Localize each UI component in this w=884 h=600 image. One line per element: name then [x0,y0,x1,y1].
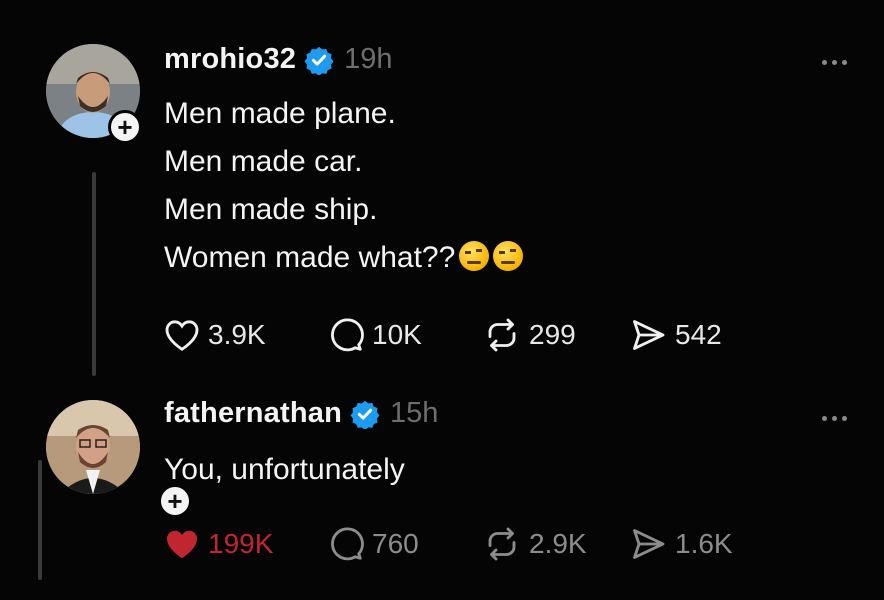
share-button[interactable]: 1.6K [629,526,733,562]
send-icon [633,529,665,559]
comment-icon [331,527,364,561]
comment-icon [331,318,364,352]
like-button[interactable]: 199K [164,527,328,561]
post-text: Men made plane. Men made car. Men made s… [164,90,524,282]
like-count: 199K [208,528,274,559]
post-mrohio32: + mrohio32 19h Men made plane. Men made … [0,0,884,384]
action-bar: 3.9K 10K 299 542 [164,317,722,353]
post-header: fathernathan 15h [164,397,438,430]
post-line: Men made plane. [164,97,396,130]
verified-badge-icon [350,400,380,429]
post-time: 15h [390,397,439,429]
more-options-icon[interactable] [822,60,847,65]
thread-line [92,172,96,376]
heart-filled-icon [167,530,197,559]
post-fathernathan: + fathernathan 15h You, unfortunately 19… [0,384,884,600]
share-count: 542 [675,319,722,350]
avatar-mrohio32-wrap[interactable]: + [46,44,146,144]
comment-count: 10K [372,319,422,350]
repost-icon [488,318,516,352]
post-header: mrohio32 19h [164,43,393,76]
send-icon [633,320,665,350]
comment-button[interactable]: 10K [328,317,483,353]
share-button[interactable]: 542 [629,317,722,353]
post-line: Men made ship. [164,193,378,226]
more-options-icon[interactable] [822,416,847,421]
post-line: Women made what?? [164,241,456,274]
thread-line [38,460,42,580]
repost-count: 299 [529,319,576,350]
follow-plus-icon[interactable]: + [108,110,142,144]
username[interactable]: mrohio32 [164,43,296,76]
repost-button[interactable]: 299 [483,317,629,353]
post-text: You, unfortunately [164,446,405,494]
post-time: 19h [344,43,393,75]
share-count: 1.6K [675,528,733,559]
comment-count: 760 [372,528,419,559]
raised-eyebrow-emoji-icon [493,241,524,271]
comment-button[interactable]: 760 [328,526,483,562]
action-bar: 199K 760 2.9K 1.6K [164,526,733,562]
avatar[interactable] [46,400,140,494]
post-line: You, unfortunately [164,453,405,486]
like-count: 3.9K [208,319,266,350]
username[interactable]: fathernathan [164,397,342,430]
avatar-fathernathan-wrap[interactable]: + [46,400,192,518]
repost-icon [488,527,516,561]
heart-icon [165,320,199,351]
repost-count: 2.9K [529,528,587,559]
repost-button[interactable]: 2.9K [483,526,629,562]
like-button[interactable]: 3.9K [164,318,328,352]
verified-badge-icon [304,46,334,75]
post-line: Men made car. [164,145,363,178]
raised-eyebrow-emoji-icon [459,241,490,271]
